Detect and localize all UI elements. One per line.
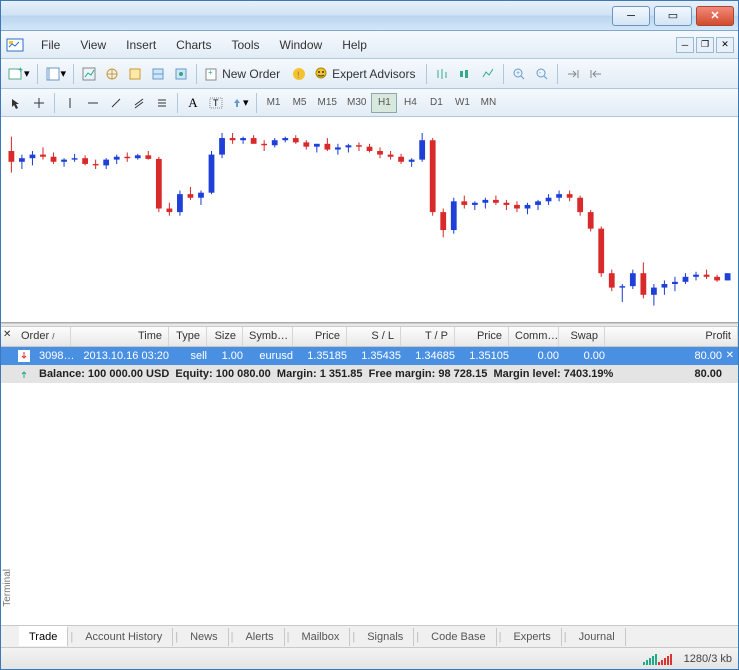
timeframe-mn[interactable]: MN — [475, 93, 501, 113]
timeframe-m30[interactable]: M30 — [342, 93, 371, 113]
text-button[interactable]: A — [182, 92, 204, 114]
zoom-out-button[interactable]: - — [531, 63, 553, 85]
tab-experts[interactable]: Experts — [503, 628, 561, 646]
navigator-button[interactable] — [101, 63, 123, 85]
tab-journal[interactable]: Journal — [569, 628, 626, 646]
bar-chart-button[interactable] — [431, 63, 453, 85]
mdi-close-button[interactable]: ✕ — [716, 37, 734, 53]
mdi-restore-button[interactable]: ❐ — [696, 37, 714, 53]
order-sell-icon — [18, 350, 30, 362]
terminal-body: 3098… 2013.10.16 03:20 sell 1.00 eurusd … — [1, 347, 738, 625]
timeframe-m5[interactable]: M5 — [287, 93, 313, 113]
order-row[interactable]: 3098… 2013.10.16 03:20 sell 1.00 eurusd … — [1, 347, 738, 365]
terminal-close-button[interactable]: ✕ — [3, 329, 13, 339]
timeframe-d1[interactable]: D1 — [423, 93, 449, 113]
col-swap[interactable]: Swap — [559, 327, 605, 346]
data-window-button[interactable] — [124, 63, 146, 85]
svg-text:-: - — [539, 70, 542, 77]
col-price2[interactable]: Price — [455, 327, 509, 346]
menu-window[interactable]: Window — [270, 34, 333, 56]
terminal-tabs: Trade|Account History|News|Alerts|Mailbo… — [1, 625, 738, 647]
app-icon — [5, 35, 25, 55]
expert-advisors-button[interactable]: Expert Advisors — [311, 63, 422, 85]
arrows-button[interactable]: ▾ — [228, 92, 252, 114]
timeframe-m15[interactable]: M15 — [313, 93, 342, 113]
col-type[interactable]: Type — [169, 327, 207, 346]
svg-text:+: + — [18, 66, 23, 75]
menu-help[interactable]: Help — [332, 34, 377, 56]
col-sl[interactable]: S / L — [347, 327, 401, 346]
tab-news[interactable]: News — [180, 628, 229, 646]
close-order-button[interactable]: ✕ — [726, 350, 734, 361]
timeframe-h4[interactable]: H4 — [397, 93, 423, 113]
maximize-button[interactable]: ▭ — [654, 6, 692, 26]
strategy-tester-button[interactable] — [170, 63, 192, 85]
col-size[interactable]: Size — [207, 327, 243, 346]
text-label-button[interactable]: T — [205, 92, 227, 114]
tab-code-base[interactable]: Code Base — [421, 628, 496, 646]
market-watch-button[interactable] — [78, 63, 100, 85]
candle-chart-button[interactable] — [454, 63, 476, 85]
balance-icon — [18, 368, 30, 380]
tab-mailbox[interactable]: Mailbox — [291, 628, 350, 646]
col-comm[interactable]: Comm… — [509, 327, 559, 346]
col-time[interactable]: Time — [71, 327, 169, 346]
menubar: File View Insert Charts Tools Window Hel… — [1, 31, 738, 59]
tab-account-history[interactable]: Account History — [75, 628, 173, 646]
titlebar[interactable]: ─ ▭ ✕ — [1, 1, 738, 31]
svg-text:+: + — [208, 68, 213, 77]
connection-indicator[interactable] — [643, 653, 672, 665]
traffic-label: 1280/3 kb — [684, 653, 732, 665]
timeframe-h1[interactable]: H1 — [371, 93, 397, 113]
timeframe-w1[interactable]: W1 — [449, 93, 475, 113]
mdi-minimize-button[interactable]: ─ — [676, 37, 694, 53]
main-window: ─ ▭ ✕ File View Insert Charts Tools Wind… — [0, 0, 739, 670]
terminal-header: Order / Time Type Size Symb… Price S / L… — [1, 327, 738, 347]
statusbar: 1280/3 kb — [1, 647, 738, 669]
svg-text:!: ! — [297, 70, 300, 80]
profiles-button[interactable]: ▾ — [42, 63, 70, 85]
col-price[interactable]: Price — [293, 327, 347, 346]
trendline-button[interactable] — [105, 92, 127, 114]
horizontal-line-button[interactable] — [82, 92, 104, 114]
channel-button[interactable] — [128, 92, 150, 114]
tab-alerts[interactable]: Alerts — [235, 628, 284, 646]
menu-view[interactable]: View — [70, 34, 116, 56]
summary-row: Balance: 100 000.00 USD Equity: 100 080.… — [1, 365, 738, 383]
cursor-button[interactable] — [5, 92, 27, 114]
svg-text:+: + — [516, 70, 520, 77]
menu-file[interactable]: File — [31, 34, 70, 56]
fibonacci-button[interactable] — [151, 92, 173, 114]
line-chart-button[interactable] — [477, 63, 499, 85]
terminal-panel: ✕ Order / Time Type Size Symb… Price S /… — [1, 327, 738, 647]
tab-trade[interactable]: Trade — [19, 626, 68, 646]
timeframe-m1[interactable]: M1 — [261, 93, 287, 113]
main-toolbar: +▾ ▾ + New Order ! Expert Advisors + - — [1, 59, 738, 89]
col-order[interactable]: Order / — [15, 327, 71, 346]
close-button[interactable]: ✕ — [696, 6, 734, 26]
auto-scroll-button[interactable] — [562, 63, 584, 85]
new-chart-button[interactable]: +▾ — [5, 63, 33, 85]
minimize-button[interactable]: ─ — [612, 6, 650, 26]
drawing-toolbar: A T ▾ M1M5M15M30H1H4D1W1MN — [1, 89, 738, 117]
metaeditor-button[interactable]: ! — [288, 63, 310, 85]
new-order-button[interactable]: + New Order — [201, 63, 287, 85]
menu-charts[interactable]: Charts — [166, 34, 221, 56]
chart-area[interactable] — [1, 117, 738, 323]
crosshair-button[interactable] — [28, 92, 50, 114]
menu-insert[interactable]: Insert — [116, 34, 166, 56]
col-tp[interactable]: T / P — [401, 327, 455, 346]
col-symbol[interactable]: Symb… — [243, 327, 293, 346]
terminal-button[interactable] — [147, 63, 169, 85]
chart-shift-button[interactable] — [585, 63, 607, 85]
tab-signals[interactable]: Signals — [357, 628, 414, 646]
terminal-label: Terminal — [2, 569, 13, 607]
vertical-line-button[interactable] — [59, 92, 81, 114]
col-profit[interactable]: Profit — [605, 327, 738, 346]
zoom-in-button[interactable]: + — [508, 63, 530, 85]
menu-tools[interactable]: Tools — [222, 34, 270, 56]
svg-text:T: T — [213, 98, 219, 108]
